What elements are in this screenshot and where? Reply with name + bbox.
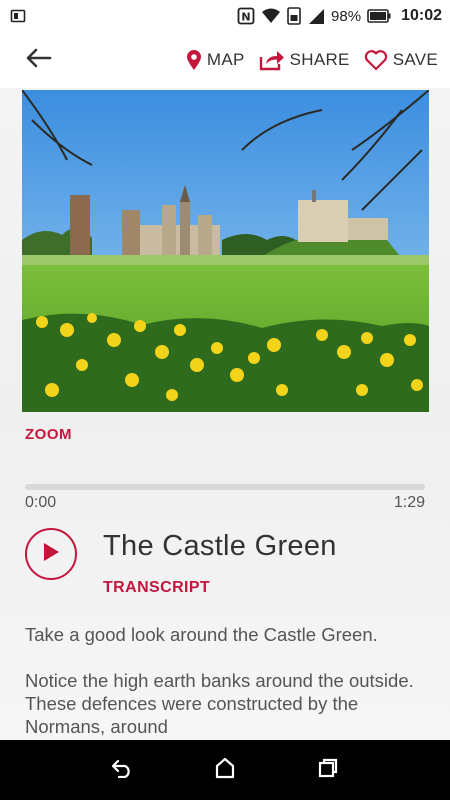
body-paragraph: Notice the high earth banks around the o… xyxy=(25,670,414,737)
status-time: 10:02 xyxy=(401,7,442,24)
home-nav-icon xyxy=(214,757,236,784)
app-header: MAP SHARE SAVE xyxy=(0,32,450,88)
mobile-data-icon xyxy=(287,7,301,25)
current-time: 0:00 xyxy=(25,494,57,511)
header-actions: MAP SHARE SAVE xyxy=(186,49,438,71)
battery-percent: 98% xyxy=(331,7,362,25)
zoom-button[interactable]: ZOOM xyxy=(25,426,72,443)
map-label: MAP xyxy=(206,50,245,69)
body-paragraph: Take a good look around the Castle Green… xyxy=(25,624,378,645)
sim-card-icon xyxy=(10,8,26,24)
arrow-left-icon xyxy=(24,47,52,74)
save-label: SAVE xyxy=(392,50,438,69)
transcript-button[interactable]: TRANSCRIPT xyxy=(103,579,210,597)
system-nav-bar xyxy=(0,740,450,800)
battery-icon xyxy=(367,9,391,23)
back-button[interactable] xyxy=(24,44,56,76)
back-nav-icon xyxy=(110,758,134,783)
map-pin-icon xyxy=(186,49,202,71)
play-icon xyxy=(42,542,60,567)
photo-castle-green[interactable] xyxy=(22,90,429,412)
status-bar: N 98% 10:02 xyxy=(0,0,450,32)
map-button[interactable]: MAP xyxy=(186,49,245,71)
wifi-icon xyxy=(261,8,281,24)
share-button[interactable]: SHARE xyxy=(259,49,350,71)
audio-progress-bar[interactable] xyxy=(25,484,425,490)
nfc-icon: N xyxy=(237,7,255,25)
heart-icon xyxy=(364,49,388,71)
svg-text:N: N xyxy=(241,11,250,24)
total-time: 1:29 xyxy=(393,494,425,511)
track-title: The Castle Green xyxy=(103,530,337,562)
nav-recents-button[interactable] xyxy=(308,750,348,790)
nav-back-button[interactable] xyxy=(102,750,142,790)
transcript-body: Take a good look around the Castle Green… xyxy=(25,623,420,740)
content-area: ZOOM 0:00 1:29 The Castle Green TRANSCRI… xyxy=(0,88,450,740)
share-label: SHARE xyxy=(289,50,350,69)
play-button[interactable] xyxy=(25,528,77,580)
save-button[interactable]: SAVE xyxy=(364,49,438,71)
nav-home-button[interactable] xyxy=(205,750,245,790)
share-icon xyxy=(259,49,285,71)
recents-nav-icon xyxy=(317,757,339,784)
status-indicators: N 98% 10:02 xyxy=(237,7,442,25)
signal-icon xyxy=(307,7,325,25)
